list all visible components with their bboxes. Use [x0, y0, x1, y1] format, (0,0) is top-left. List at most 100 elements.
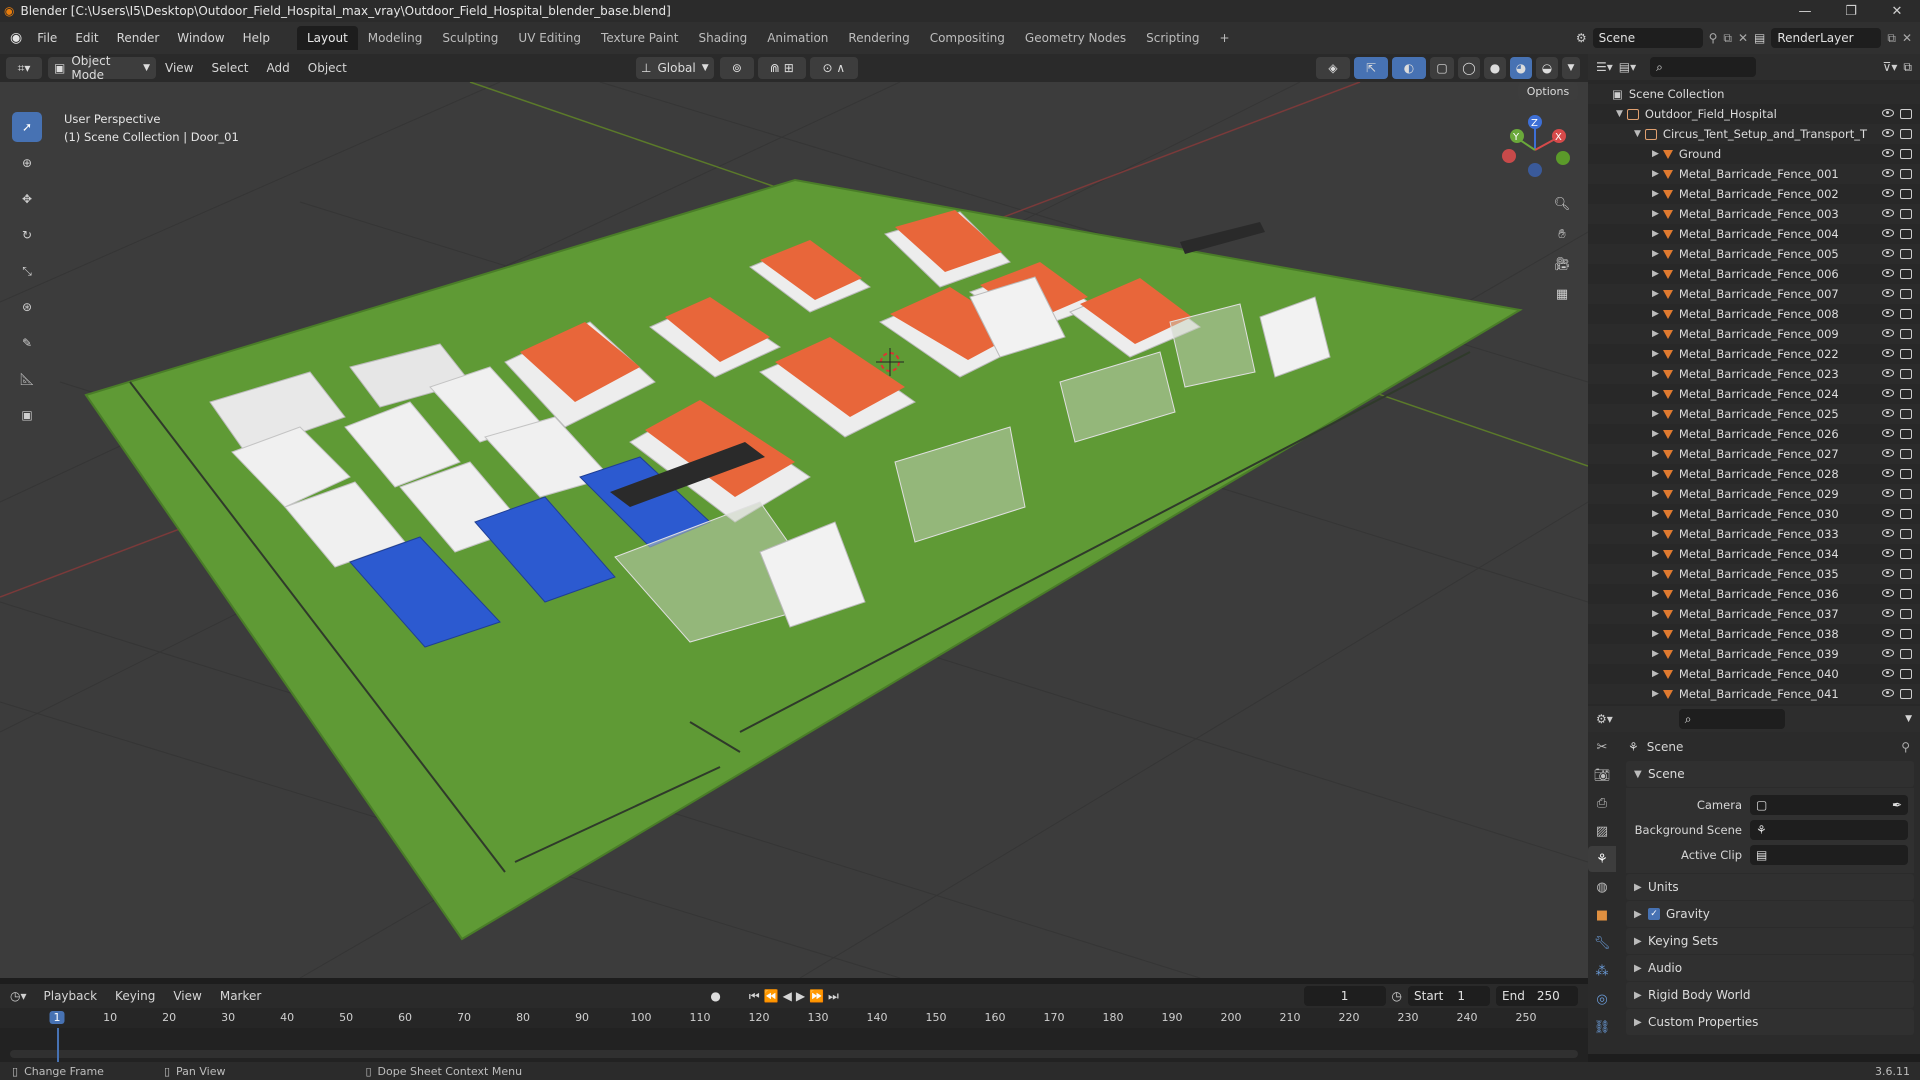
minimize-button[interactable]: —: [1782, 0, 1828, 22]
outliner-object-row[interactable]: ▶ Metal_Barricade_Fence_003: [1588, 204, 1920, 224]
tab-animation[interactable]: Animation: [757, 26, 838, 50]
object-mode-dropdown[interactable]: ▣ Object Mode ▼: [48, 54, 156, 82]
camera-icon[interactable]: [1900, 289, 1912, 299]
eye-icon[interactable]: [1882, 529, 1894, 537]
maximize-button[interactable]: ❐: [1828, 0, 1874, 22]
outliner-object-row[interactable]: ▶ Metal_Barricade_Fence_025: [1588, 404, 1920, 424]
rigid-body-world-panel-header[interactable]: ▶ Rigid Body World: [1626, 982, 1914, 1008]
outliner-object-row[interactable]: ▶ Metal_Barricade_Fence_027: [1588, 444, 1920, 464]
timeline-editor-type-icon[interactable]: ◷▾: [0, 989, 35, 1003]
view-layer-icon[interactable]: ▤: [1754, 31, 1765, 45]
timeline-area[interactable]: 1 10 20 30 40 50 60 70 80 90 100 110 120 130 140 150 160…: [0, 1008, 1588, 1066]
eye-icon[interactable]: [1882, 669, 1894, 677]
units-panel-header[interactable]: ▶ Units: [1626, 874, 1914, 900]
zoom-button[interactable]: 🔍︎: [1550, 192, 1574, 216]
scene-panel-header[interactable]: ▼ Scene: [1626, 761, 1914, 787]
visibility-dropdown[interactable]: ◈: [1316, 57, 1350, 79]
camera-icon[interactable]: [1900, 409, 1912, 419]
camera-icon[interactable]: [1900, 629, 1912, 639]
expand-arrow-icon[interactable]: ▶: [1652, 169, 1659, 179]
eye-icon[interactable]: [1882, 369, 1894, 377]
expand-arrow-icon[interactable]: ▶: [1652, 529, 1659, 539]
annotate-tool[interactable]: ✎: [12, 328, 42, 358]
blender-menu-icon[interactable]: ◉: [0, 30, 28, 46]
camera-icon[interactable]: [1900, 689, 1912, 699]
tab-world[interactable]: ◍: [1588, 874, 1616, 900]
eye-icon[interactable]: [1882, 509, 1894, 517]
expand-arrow-icon[interactable]: ▼: [1616, 109, 1623, 119]
camera-icon[interactable]: [1900, 529, 1912, 539]
tab-compositing[interactable]: Compositing: [920, 26, 1015, 50]
tab-view-layer[interactable]: ▨: [1588, 818, 1616, 844]
eye-icon[interactable]: [1882, 309, 1894, 317]
expand-arrow-icon[interactable]: ▶: [1652, 349, 1659, 359]
eye-icon[interactable]: [1882, 149, 1894, 157]
new-collection-icon[interactable]: ⧉: [1903, 60, 1920, 75]
outliner-object-row[interactable]: ▶ Metal_Barricade_Fence_039: [1588, 644, 1920, 664]
background-scene-field[interactable]: ⚘: [1750, 819, 1908, 840]
expand-arrow-icon[interactable]: ▶: [1652, 329, 1659, 339]
tab-particles[interactable]: ⁂: [1588, 958, 1616, 984]
rotate-tool[interactable]: ↻: [12, 220, 42, 250]
eye-icon[interactable]: [1882, 129, 1894, 137]
expand-arrow-icon[interactable]: ▶: [1652, 509, 1659, 519]
camera-icon[interactable]: [1900, 649, 1912, 659]
outliner-object-row[interactable]: ▶ Metal_Barricade_Fence_030: [1588, 504, 1920, 524]
camera-icon[interactable]: [1900, 249, 1912, 259]
end-frame-field[interactable]: End 250: [1496, 986, 1578, 1006]
overlay-toggle[interactable]: ◐: [1392, 57, 1426, 79]
eye-icon[interactable]: [1882, 349, 1894, 357]
timeline-menu-keying[interactable]: Keying: [106, 989, 164, 1003]
camera-icon[interactable]: [1900, 589, 1912, 599]
proportional-editing-toggle[interactable]: ⊙ ∧: [809, 57, 858, 79]
shading-options-dropdown[interactable]: ▼: [1562, 57, 1580, 79]
expand-arrow-icon[interactable]: ▶: [1652, 229, 1659, 239]
scale-tool[interactable]: ⤡: [12, 256, 42, 286]
tab-sculpting[interactable]: Sculpting: [432, 26, 508, 50]
outliner-object-row[interactable]: ▶ Metal_Barricade_Fence_026: [1588, 424, 1920, 444]
viewport-menu-view[interactable]: View: [156, 61, 202, 75]
jump-start-button[interactable]: ⏮: [749, 989, 760, 1004]
eye-icon[interactable]: [1882, 169, 1894, 177]
eye-icon[interactable]: [1882, 649, 1894, 657]
camera-icon[interactable]: [1900, 569, 1912, 579]
expand-arrow-icon[interactable]: ▶: [1652, 389, 1659, 399]
viewport-options-button[interactable]: Options: [1518, 82, 1578, 100]
menu-help[interactable]: Help: [234, 31, 279, 45]
expand-arrow-icon[interactable]: ▶: [1652, 669, 1659, 679]
xray-toggle[interactable]: ▢: [1430, 57, 1454, 79]
expand-arrow-icon[interactable]: ▶: [1652, 269, 1659, 279]
outliner-object-row[interactable]: ▶ Metal_Barricade_Fence_038: [1588, 624, 1920, 644]
camera-icon[interactable]: [1900, 509, 1912, 519]
expand-arrow-icon[interactable]: ▶: [1652, 569, 1659, 579]
custom-properties-panel-header[interactable]: ▶ Custom Properties: [1626, 1009, 1914, 1035]
eye-icon[interactable]: [1882, 109, 1894, 117]
tab-scene[interactable]: ⚘: [1588, 846, 1616, 872]
outliner-object-row[interactable]: ▶ Metal_Barricade_Fence_005: [1588, 244, 1920, 264]
expand-arrow-icon[interactable]: ▶: [1652, 649, 1659, 659]
tab-uv-editing[interactable]: UV Editing: [508, 26, 591, 50]
filter-icon[interactable]: ⊽▾: [1883, 60, 1898, 74]
gravity-checkbox[interactable]: ✓: [1648, 908, 1660, 920]
tab-render[interactable]: 📷︎: [1588, 762, 1616, 788]
eye-icon[interactable]: [1882, 249, 1894, 257]
navigation-gizmo[interactable]: Z Y X: [1495, 112, 1575, 182]
menu-file[interactable]: File: [28, 31, 66, 45]
gravity-panel-header[interactable]: ▶ ✓ Gravity: [1626, 901, 1914, 927]
chevron-down-icon[interactable]: ▼: [1905, 714, 1920, 724]
eye-icon[interactable]: [1882, 329, 1894, 337]
eye-icon[interactable]: [1882, 229, 1894, 237]
start-frame-field[interactable]: Start 1: [1408, 986, 1490, 1006]
scene-selector[interactable]: Scene: [1592, 28, 1703, 48]
pin-scene-icon[interactable]: ⚲: [1709, 31, 1718, 45]
expand-arrow-icon[interactable]: ▶: [1652, 489, 1659, 499]
camera-icon[interactable]: [1900, 269, 1912, 279]
new-view-layer-icon[interactable]: ⧉: [1887, 31, 1896, 46]
expand-arrow-icon[interactable]: ▶: [1652, 549, 1659, 559]
outliner-object-row[interactable]: ▶ Metal_Barricade_Fence_029: [1588, 484, 1920, 504]
outliner-object-row[interactable]: ▶ Metal_Barricade_Fence_023: [1588, 364, 1920, 384]
new-scene-icon[interactable]: ⧉: [1723, 31, 1732, 46]
eye-icon[interactable]: [1882, 489, 1894, 497]
tab-tool[interactable]: ✂: [1588, 734, 1616, 760]
expand-arrow-icon[interactable]: ▶: [1652, 609, 1659, 619]
